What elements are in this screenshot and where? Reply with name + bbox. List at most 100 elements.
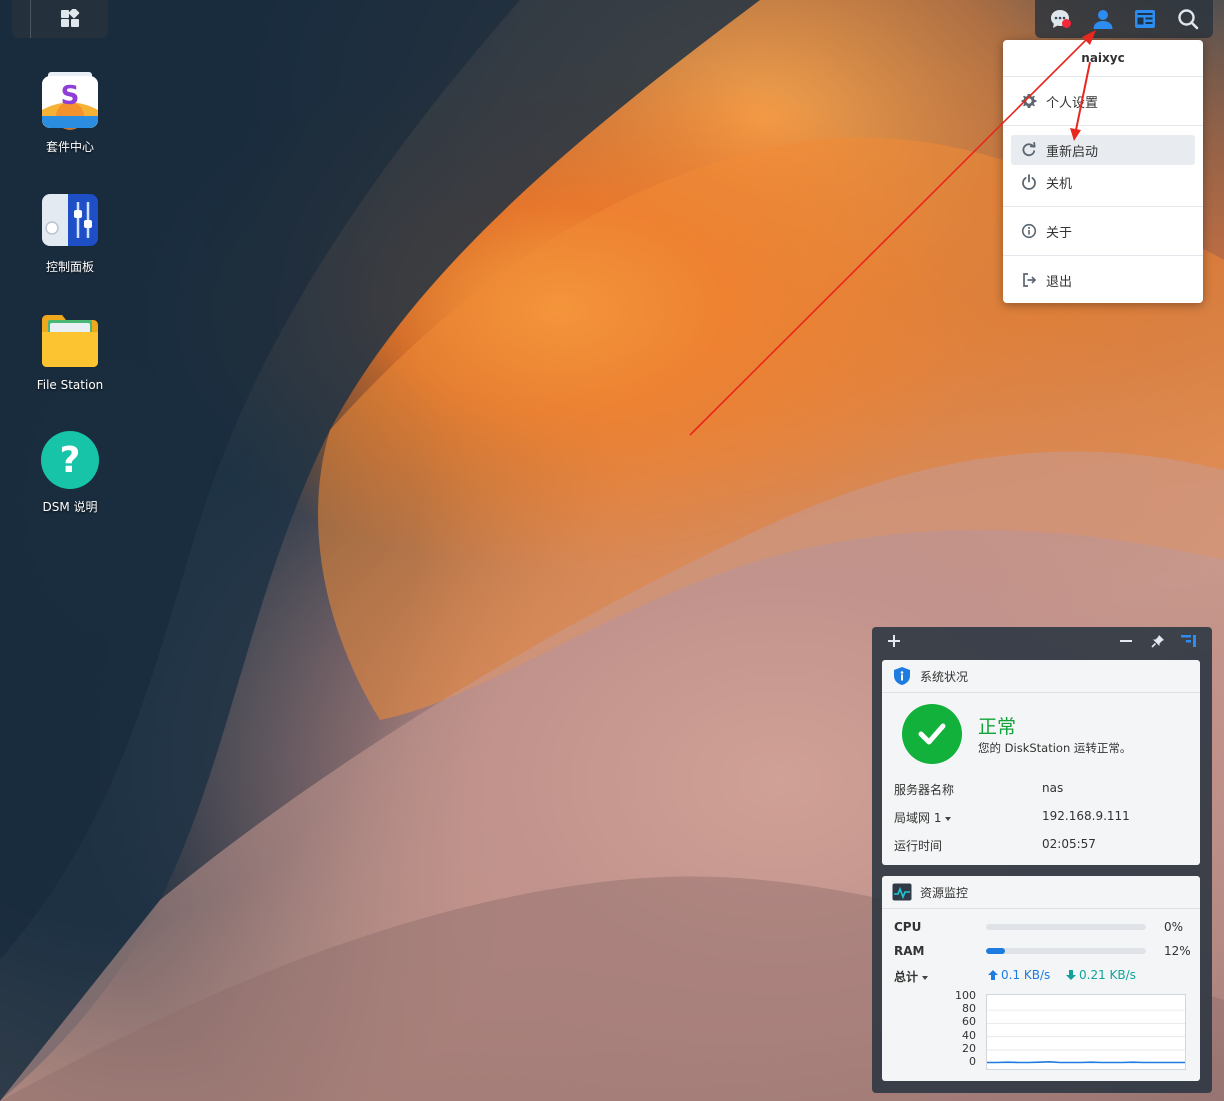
ram-usage-fill [986, 948, 1006, 954]
minimize-icon [1120, 640, 1132, 642]
chart-y-tick: 20 [962, 1041, 976, 1055]
server-name-value: nas [1042, 781, 1064, 795]
desktop-icon-label: 控制面板 [45, 260, 94, 274]
control-panel-icon [42, 194, 98, 246]
pin-widget-button[interactable] [1149, 632, 1167, 650]
network-chart [986, 994, 1186, 1070]
desktop-icon-file-station[interactable]: File Station [20, 310, 120, 392]
system-status-title: 系统状况 [920, 669, 969, 684]
chevron-down-icon [945, 816, 952, 821]
desktop-icon-control-panel[interactable]: 控制面板 [20, 190, 120, 275]
menu-item-shutdown[interactable]: 关机 [1011, 167, 1195, 197]
menu-item-logout[interactable]: 退出 [1011, 265, 1195, 295]
info-icon [1021, 223, 1037, 239]
gear-icon [1021, 93, 1037, 109]
menu-divider [1003, 125, 1203, 126]
menu-divider [1003, 255, 1203, 256]
search-button[interactable] [1173, 4, 1203, 34]
chart-series-line [987, 1061, 1185, 1064]
user-button[interactable] [1088, 4, 1118, 34]
file-station-icon [42, 315, 98, 367]
menu-item-about[interactable]: 关于 [1011, 216, 1195, 246]
ram-usage-bar [986, 948, 1146, 954]
server-name-label: 服务器名称 [894, 783, 955, 797]
shield-info-icon [892, 666, 912, 686]
power-icon [1021, 174, 1037, 190]
widget-panel: 系统状况 正常 您的 DiskStation 运转正常。 服务器名称 nas 局… [872, 627, 1212, 1093]
chevron-down-icon [922, 975, 929, 980]
download-rate-value: 0.21 KB/s [1079, 968, 1136, 982]
taskbar-separator [12, 0, 31, 38]
dsm-help-icon: ? [41, 431, 99, 489]
logout-icon [1021, 272, 1037, 288]
desktop-icon-label: File Station [36, 378, 104, 392]
taskbar-right [1035, 0, 1213, 38]
ram-percent: 12% [1164, 944, 1191, 958]
package-center-icon: S [42, 72, 98, 130]
lan-label: 局域网 1 [894, 811, 942, 825]
upload-arrow-icon [988, 970, 998, 980]
status-text: 正常 [978, 716, 1017, 738]
menu-item-label: 重新启动 [1046, 144, 1099, 160]
download-rate: 0.21 KB/s [1066, 968, 1136, 982]
main-menu-icon [60, 9, 79, 27]
user-menu: naixyc 个人设置 重新启动 关机 关于 退出 [1003, 40, 1203, 303]
resource-monitor-widget: 资源监控 CPU 0% RAM 12% 总计 0.1 KB/s 0.21 KB/… [882, 876, 1200, 1081]
system-status-header: 系统状况 [882, 660, 1200, 693]
widget-layout-icon [1181, 635, 1196, 647]
cpu-percent: 0% [1164, 920, 1184, 934]
cpu-label: CPU [894, 920, 922, 934]
monitor-chart-icon [892, 882, 912, 902]
total-selector[interactable]: 总计 [894, 968, 929, 985]
download-arrow-icon [1066, 970, 1076, 980]
add-icon [888, 635, 900, 647]
minimize-widget-button[interactable] [1117, 632, 1135, 650]
svg-text:S: S [61, 81, 80, 111]
total-label: 总计 [894, 970, 919, 984]
menu-item-label: 关机 [1046, 176, 1073, 192]
chart-y-tick: 60 [962, 1015, 976, 1029]
desktop-icon-package-center[interactable]: S 套件中心 [20, 70, 120, 155]
widgets-icon [1135, 10, 1156, 28]
desktop-icon-dsm-help[interactable]: ? DSM 说明 [20, 430, 120, 515]
notifications-button[interactable] [1045, 4, 1075, 34]
status-description: 您的 DiskStation 运转正常。 [978, 741, 1132, 755]
checkmark-icon [918, 723, 946, 745]
widget-toolbar [872, 627, 1212, 655]
menu-item-personal-settings[interactable]: 个人设置 [1011, 86, 1195, 116]
menu-item-label: 个人设置 [1046, 95, 1099, 111]
uptime-value: 02:05:57 [1042, 837, 1096, 851]
menu-item-label: 退出 [1046, 274, 1073, 290]
system-status-widget: 系统状况 正常 您的 DiskStation 运转正常。 服务器名称 nas 局… [882, 660, 1200, 865]
menu-item-restart[interactable]: 重新启动 [1011, 135, 1195, 165]
widget-layout-button[interactable] [1180, 632, 1198, 650]
lan-selector[interactable]: 局域网 1 [894, 809, 952, 826]
add-widget-button[interactable] [885, 632, 903, 650]
main-menu-button[interactable] [31, 0, 108, 38]
upload-rate-value: 0.1 KB/s [1001, 968, 1051, 982]
pin-icon [1151, 635, 1164, 648]
menu-item-label: 关于 [1046, 225, 1073, 241]
resource-monitor-title: 资源监控 [920, 885, 969, 900]
ram-label: RAM [894, 944, 925, 958]
search-icon [1178, 9, 1199, 30]
user-menu-username: naixyc [1003, 40, 1203, 77]
chart-y-tick: 0 [969, 1055, 976, 1068]
chart-y-tick: 40 [962, 1028, 976, 1042]
resource-monitor-header: 资源监控 [882, 876, 1200, 909]
user-icon [1093, 10, 1113, 29]
desktop-icon-label: 套件中心 [45, 140, 94, 154]
cpu-usage-bar [986, 924, 1146, 930]
taskbar-left [12, 0, 108, 38]
chart-y-tick: 80 [962, 1002, 976, 1016]
lan-ip-value: 192.168.9.111 [1042, 809, 1130, 823]
chart-y-tick: 100 [955, 989, 976, 1002]
upload-rate: 0.1 KB/s [988, 968, 1050, 982]
desktop-icon-label: DSM 说明 [42, 500, 98, 514]
svg-text:?: ? [60, 440, 81, 481]
widgets-button[interactable] [1130, 4, 1160, 34]
status-ok-badge [902, 704, 962, 764]
restart-icon [1021, 142, 1037, 158]
uptime-label: 运行时间 [894, 839, 943, 853]
menu-divider [1003, 206, 1203, 207]
